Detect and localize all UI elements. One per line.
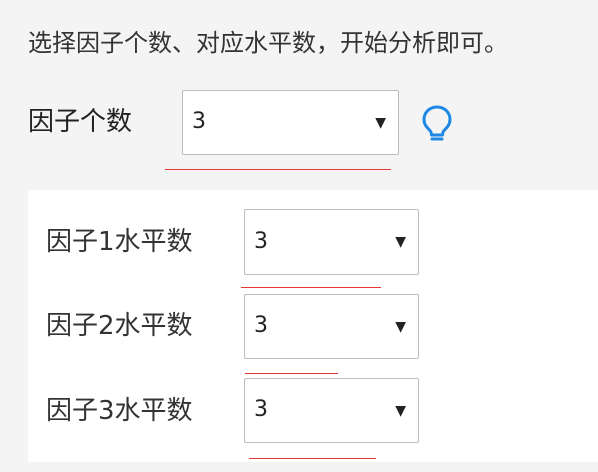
factor-3-level-select[interactable]: 3 ▼ <box>244 378 419 443</box>
instruction-text: 选择因子个数、对应水平数，开始分析即可。 <box>28 29 508 57</box>
lightbulb-icon[interactable] <box>420 104 454 144</box>
factor-3-level-label: 因子3水平数 <box>46 396 193 426</box>
annotation-underline <box>165 169 391 170</box>
annotation-underline <box>249 458 376 459</box>
factor-count-value: 3 <box>192 109 206 134</box>
annotation-underline <box>241 287 381 288</box>
chevron-down-icon: ▼ <box>375 115 386 131</box>
factor-2-level-label: 因子2水平数 <box>46 311 193 341</box>
chevron-down-icon: ▼ <box>395 319 406 335</box>
factor-2-level-select[interactable]: 3 ▼ <box>244 294 419 359</box>
factor-count-select[interactable]: 3 ▼ <box>182 90 399 155</box>
factor-2-level-value: 3 <box>254 313 268 338</box>
annotation-underline <box>245 373 338 374</box>
factor-levels-panel: 因子1水平数 3 ▼ 因子2水平数 3 ▼ 因子3水平数 3 ▼ <box>28 190 598 462</box>
factor-3-level-value: 3 <box>254 397 268 422</box>
chevron-down-icon: ▼ <box>395 403 406 419</box>
factor-1-level-value: 3 <box>254 229 268 254</box>
chevron-down-icon: ▼ <box>395 234 406 250</box>
factor-1-level-label: 因子1水平数 <box>46 227 193 257</box>
factor-count-label: 因子个数 <box>28 107 133 137</box>
factor-1-level-select[interactable]: 3 ▼ <box>244 209 419 275</box>
